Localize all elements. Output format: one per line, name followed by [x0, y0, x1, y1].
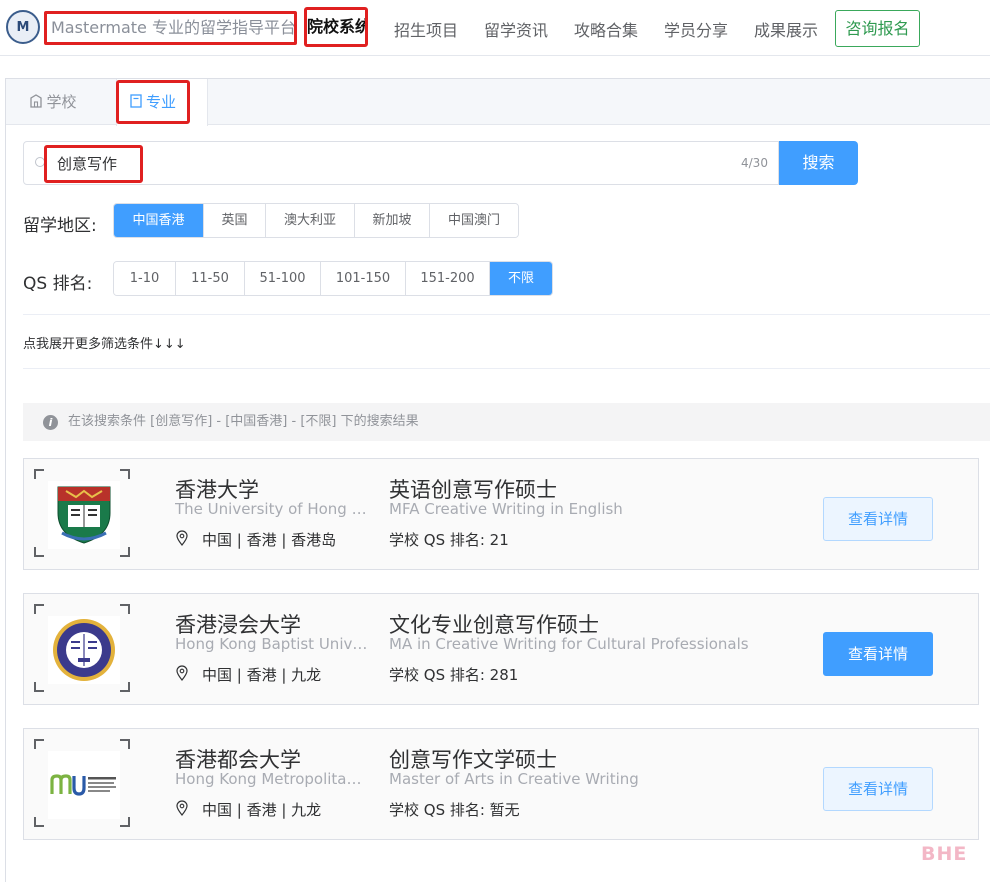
tab-major-label: 专业: [145, 93, 176, 111]
tab-school-label: 学校: [46, 93, 77, 111]
consult-button[interactable]: 咨询报名: [835, 10, 920, 47]
logo-frame-corner: [120, 469, 130, 479]
location-pin-icon: [176, 665, 188, 681]
site-logo[interactable]: M: [6, 10, 40, 44]
divider: [23, 368, 990, 369]
logo-frame-corner: [120, 547, 130, 557]
search-button[interactable]: 搜索: [779, 141, 858, 185]
logo-frame-corner: [120, 604, 130, 614]
qs-option-51-100[interactable]: 51-100: [245, 262, 321, 295]
logo-frame-corner: [120, 682, 130, 692]
qs-filter-label: QS 排名:: [23, 274, 93, 294]
logo-frame-corner: [34, 682, 44, 692]
university-english-name: The University of Hong Kong: [175, 500, 370, 518]
hku-crest-logo: [48, 481, 120, 549]
university-location: 中国 | 香港 | 香港岛: [202, 531, 337, 549]
qs-option-11-50[interactable]: 11-50: [176, 262, 245, 295]
university-location: 中国 | 香港 | 九龙: [202, 801, 322, 819]
info-icon: i: [43, 415, 58, 430]
university-location: 中国 | 香港 | 九龙: [202, 666, 322, 684]
location-pin-icon: [176, 530, 188, 546]
program-english-name: Master of Arts in Creative Writing: [389, 770, 639, 788]
search-result-info-text: 在该搜索条件 [创意写作] - [中国香港] - [不限] 下的搜索结果: [68, 414, 419, 429]
hkbu-seal-logo: [48, 616, 120, 684]
school-icon: [30, 94, 43, 108]
program-english-name: MA in Creative Writing for Cultural Prof…: [389, 635, 749, 653]
logo-frame-corner: [34, 604, 44, 614]
qs-option-1-10[interactable]: 1-10: [114, 262, 176, 295]
qs-ranking: 学校 QS 排名: 暂无: [389, 801, 520, 819]
nav-item-school-system[interactable]: 院校系统: [304, 7, 368, 47]
search-char-count: 4/30: [741, 156, 768, 170]
logo-frame-corner: [34, 547, 44, 557]
region-option-uk[interactable]: 英国: [204, 204, 266, 237]
view-details-button[interactable]: 查看详情: [823, 767, 933, 811]
expand-filters-link[interactable]: 点我展开更多筛选条件↓↓↓: [23, 333, 186, 352]
region-filter: 中国香港 英国 澳大利亚 新加坡 中国澳门: [113, 203, 519, 238]
program-english-name: MFA Creative Writing in English: [389, 500, 623, 518]
region-option-hong-kong[interactable]: 中国香港: [114, 204, 204, 237]
qs-ranking: 学校 QS 排名: 21: [389, 531, 509, 549]
logo-frame-corner: [120, 817, 130, 827]
university-english-name: Hong Kong Baptist University: [175, 635, 370, 653]
qs-filter: 1-10 11-50 51-100 101-150 151-200 不限: [113, 261, 553, 296]
qs-option-151-200[interactable]: 151-200: [406, 262, 490, 295]
logo-frame-corner: [34, 817, 44, 827]
region-option-macau[interactable]: 中国澳门: [430, 204, 518, 237]
region-option-australia[interactable]: 澳大利亚: [266, 204, 355, 237]
logo-frame-corner: [120, 739, 130, 749]
qs-option-unlimited[interactable]: 不限: [490, 262, 552, 295]
view-details-button[interactable]: 查看详情: [823, 632, 933, 676]
site-title[interactable]: Mastermate 专业的留学指导平台: [44, 11, 297, 45]
top-header: M Mastermate 专业的留学指导平台 院校系统 招生项目 留学资讯 攻略…: [0, 0, 990, 56]
search-input-value[interactable]: 创意写作: [44, 145, 143, 183]
nav-item-student-stories[interactable]: 学员分享: [664, 17, 728, 41]
nav-item-news[interactable]: 留学资讯: [484, 17, 548, 41]
nav-item-guides[interactable]: 攻略合集: [574, 17, 638, 41]
result-card[interactable]: 香港都会大学 Hong Kong Metropolitan University…: [23, 728, 979, 840]
divider: [23, 314, 990, 315]
region-filter-label: 留学地区:: [23, 216, 97, 236]
university-english-name: Hong Kong Metropolitan University: [175, 770, 370, 788]
watermark: BHE: [921, 843, 968, 865]
logo-frame-corner: [34, 739, 44, 749]
tab-school[interactable]: 学校: [6, 79, 101, 125]
qs-option-101-150[interactable]: 101-150: [321, 262, 406, 295]
nav-item-achievements[interactable]: 成果展示: [754, 17, 818, 41]
hkmu-logo: [48, 751, 120, 819]
result-card[interactable]: 香港浸会大学 Hong Kong Baptist University 中国 |…: [23, 593, 979, 705]
logo-frame-corner: [34, 469, 44, 479]
search-result-info: i 在该搜索条件 [创意写作] - [中国香港] - [不限] 下的搜索结果: [23, 403, 990, 441]
book-icon: [130, 94, 142, 108]
region-option-singapore[interactable]: 新加坡: [355, 204, 430, 237]
tab-major[interactable]: 专业: [116, 80, 190, 124]
location-pin-icon: [176, 800, 188, 816]
qs-ranking: 学校 QS 排名: 281: [389, 666, 519, 684]
view-details-button[interactable]: 查看详情: [823, 497, 933, 541]
result-card[interactable]: 香港大学 The University of Hong Kong 中国 | 香港…: [23, 458, 979, 570]
nav-item-admissions[interactable]: 招生项目: [394, 17, 458, 41]
